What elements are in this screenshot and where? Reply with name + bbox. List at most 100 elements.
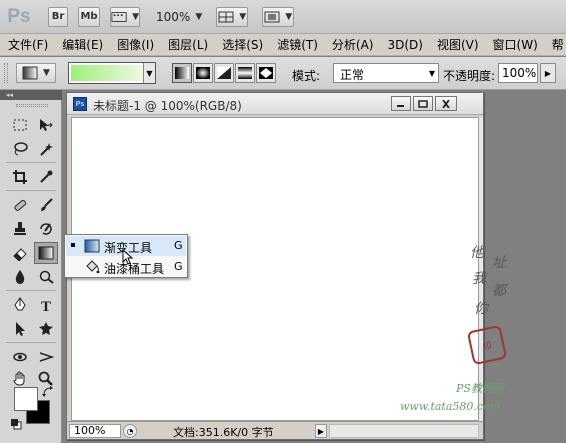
zoom-dropdown-icon[interactable]: ▼ <box>195 12 202 22</box>
zoom-level[interactable]: 100% <box>156 10 190 24</box>
eraser-icon <box>13 248 27 261</box>
gradient-type-group <box>172 63 277 83</box>
menu-window[interactable]: 窗口(W) <box>485 36 544 53</box>
type-tool[interactable]: T <box>34 294 58 316</box>
tool-separator <box>6 162 56 163</box>
3d-orbit-tool[interactable] <box>34 346 58 368</box>
menu-help[interactable]: 帮 <box>544 36 566 53</box>
gradient-picker[interactable]: ▼ <box>68 62 156 84</box>
angle-gradient-button[interactable] <box>214 63 234 83</box>
film-icon <box>111 11 127 22</box>
tools-panel: T <box>0 100 62 443</box>
watermark-char: 址 <box>492 255 506 271</box>
mode-label: 模式: <box>292 69 321 83</box>
move-tool[interactable] <box>34 114 58 136</box>
gradient-tool[interactable] <box>34 242 58 264</box>
selected-bullet <box>71 243 75 247</box>
3d-rotate-tool[interactable] <box>8 346 32 368</box>
gradient-tool-icon <box>22 66 38 80</box>
history-brush-icon <box>40 223 52 235</box>
blend-mode-select[interactable]: 正常 ▼ <box>333 63 439 83</box>
clone-stamp-tool[interactable] <box>8 218 32 240</box>
view-extras-button[interactable]: ▼ <box>110 6 140 27</box>
close-icon <box>442 99 450 108</box>
eraser-tool[interactable] <box>8 242 32 264</box>
opacity-slider-button[interactable]: ▶ <box>540 63 556 83</box>
screen-mode-button[interactable]: ▼ <box>262 6 295 27</box>
crop-tool[interactable] <box>8 166 32 188</box>
maximize-icon <box>418 99 428 108</box>
mini-bridge-button[interactable]: Mb <box>78 6 100 27</box>
chevron-down-icon: ▼ <box>239 11 247 22</box>
marquee-tool[interactable] <box>8 114 32 136</box>
screen-mode-icon <box>264 11 280 22</box>
tools-grip[interactable] <box>16 104 48 107</box>
tools-panel-header[interactable]: ◂◂ <box>0 90 62 100</box>
gradient-dropdown-icon[interactable]: ▼ <box>143 63 155 83</box>
path-selection-tool[interactable] <box>8 318 32 340</box>
custom-shape-tool[interactable] <box>34 318 58 340</box>
close-button[interactable] <box>435 96 457 111</box>
watermark-site-name: PS教程网 <box>456 382 504 395</box>
minimize-icon <box>397 104 404 107</box>
foreground-color[interactable] <box>14 387 38 411</box>
lasso-tool[interactable] <box>8 138 32 160</box>
grid-layout-icon <box>218 11 234 22</box>
linear-gradient-button[interactable] <box>172 63 192 83</box>
dodge-tool[interactable] <box>34 266 58 288</box>
chevron-down-icon: ▼ <box>43 68 50 78</box>
gradient-icon <box>38 246 54 260</box>
status-menu-arrow[interactable]: ▶ <box>315 424 327 438</box>
tool-separator <box>6 190 56 191</box>
menu-analysis[interactable]: 分析(A) <box>324 36 380 53</box>
menu-view[interactable]: 视图(V) <box>429 36 485 53</box>
status-info-icon[interactable]: ◔ <box>123 424 137 438</box>
watermark-url: www.tata580.com <box>400 400 501 413</box>
marquee-icon <box>13 119 27 131</box>
reflected-gradient-icon <box>238 67 252 79</box>
tool-preset-picker[interactable]: ▼ <box>16 63 56 83</box>
healing-brush-tool[interactable] <box>8 194 32 216</box>
menu-edit[interactable]: 编辑(E) <box>54 36 109 53</box>
maximize-button[interactable] <box>413 96 433 111</box>
bridge-button[interactable]: Br <box>48 6 68 27</box>
menu-filter[interactable]: 滤镜(T) <box>269 36 324 53</box>
reflected-gradient-button[interactable] <box>235 63 255 83</box>
arrange-documents-button[interactable]: ▼ <box>216 6 249 27</box>
magnifier-icon <box>38 371 53 386</box>
watermark: 他 址 我 都 你 印 PS教程网 www.tata580.com <box>400 232 566 422</box>
menu-3d[interactable]: 3D(D) <box>379 38 428 52</box>
magic-wand-tool[interactable] <box>34 138 58 160</box>
minimize-button[interactable] <box>391 96 411 111</box>
document-zoom-field[interactable]: 100% <box>69 424 121 438</box>
eyedropper-tool[interactable] <box>34 166 58 188</box>
watermark-char: 我 <box>472 271 486 287</box>
path-selection-icon <box>16 322 25 336</box>
blur-tool[interactable] <box>8 266 32 288</box>
horizontal-scrollbar[interactable] <box>329 424 479 438</box>
swap-colors-icon[interactable] <box>42 386 54 398</box>
3d-orbit-icon <box>39 352 54 362</box>
chevron-down-icon: ▼ <box>132 11 139 22</box>
watermark-char: 他 <box>470 245 484 261</box>
blend-mode-value: 正常 <box>340 68 365 82</box>
eyedropper-icon <box>40 170 53 183</box>
menu-file[interactable]: 文件(F) <box>0 36 54 53</box>
opacity-label: 不透明度: <box>443 69 496 83</box>
stamp-icon <box>14 222 26 235</box>
menu-image[interactable]: 图像(I) <box>109 36 160 53</box>
type-icon: T <box>41 299 51 313</box>
opacity-input[interactable]: 100% <box>498 63 538 83</box>
document-title-bar[interactable]: Ps 未标题-1 @ 100%(RGB/8) <box>67 93 483 115</box>
history-brush-tool[interactable] <box>34 218 58 240</box>
brush-tool[interactable] <box>34 194 58 216</box>
dodge-icon <box>39 270 54 284</box>
diamond-gradient-button[interactable] <box>256 63 276 83</box>
menu-select[interactable]: 选择(S) <box>214 36 269 53</box>
options-grip[interactable] <box>4 63 8 83</box>
default-colors-icon[interactable] <box>10 418 22 430</box>
angle-gradient-icon <box>217 67 231 79</box>
radial-gradient-button[interactable] <box>193 63 213 83</box>
pen-tool[interactable] <box>8 294 32 316</box>
menu-layer[interactable]: 图层(L) <box>160 36 214 53</box>
